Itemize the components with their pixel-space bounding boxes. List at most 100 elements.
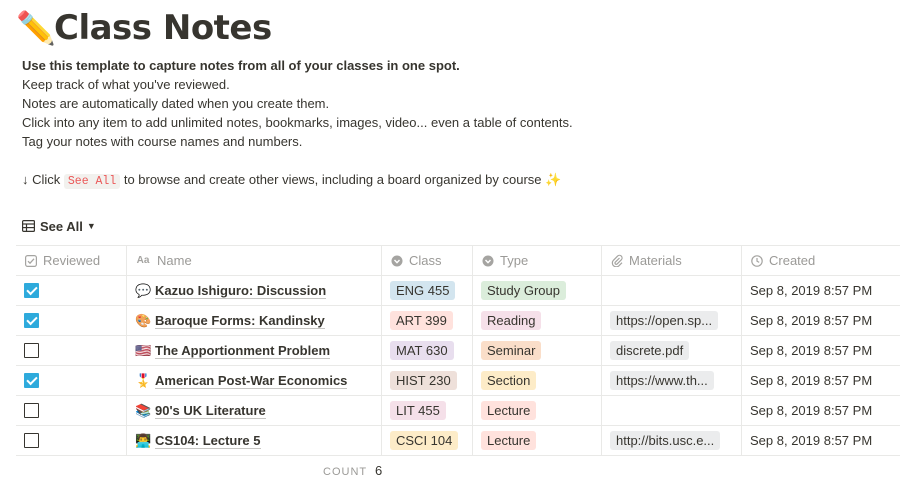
type-cell[interactable]: Seminar: [473, 336, 602, 365]
type-cell[interactable]: Reading: [473, 306, 602, 335]
table-icon: [22, 220, 35, 232]
page-emoji-icon: 🎨: [135, 312, 152, 328]
created-date: Sep 8, 2019 8:57 PM: [750, 433, 873, 448]
page-emoji-icon: 👨‍💻: [135, 432, 152, 448]
material-link[interactable]: discrete.pdf: [610, 341, 690, 360]
class-cell[interactable]: HIST 230: [382, 366, 473, 395]
column-header-materials[interactable]: Materials: [602, 246, 742, 275]
column-label: Type: [500, 253, 529, 268]
note-title[interactable]: 90's UK Literature: [155, 403, 266, 419]
materials-cell[interactable]: [602, 276, 742, 305]
table-row[interactable]: 🇺🇸 The Apportionment Problem MAT 630 Sem…: [16, 336, 900, 366]
created-cell: Sep 8, 2019 8:57 PM: [742, 426, 900, 455]
class-tag: HIST 230: [390, 371, 457, 390]
class-cell[interactable]: MAT 630: [382, 336, 473, 365]
material-link[interactable]: http://bits.usc.e...: [610, 431, 720, 450]
hint-suffix: to browse and create other views, includ…: [123, 172, 542, 187]
table-row[interactable]: 💬 Kazuo Ishiguro: Discussion ENG 455 Stu…: [16, 276, 900, 306]
pencil-icon[interactable]: ✏️: [16, 12, 56, 44]
materials-cell[interactable]: https://www.th...: [602, 366, 742, 395]
page-emoji-icon: 📚: [135, 402, 152, 418]
type-cell[interactable]: Section: [473, 366, 602, 395]
type-tag: Study Group: [481, 281, 566, 300]
class-cell[interactable]: ART 399: [382, 306, 473, 335]
note-title[interactable]: CS104: Lecture 5: [155, 433, 261, 449]
materials-cell[interactable]: discrete.pdf: [602, 336, 742, 365]
table-row[interactable]: 🎨 Baroque Forms: Kandinsky ART 399 Readi…: [16, 306, 900, 336]
type-cell[interactable]: Lecture: [473, 396, 602, 425]
column-header-name[interactable]: Aa Name: [127, 246, 382, 275]
created-cell: Sep 8, 2019 8:57 PM: [742, 306, 900, 335]
page-emoji-icon: 🇺🇸: [135, 342, 152, 358]
created-date: Sep 8, 2019 8:57 PM: [750, 343, 873, 358]
column-label: Class: [409, 253, 442, 268]
clock-icon: [750, 254, 763, 267]
note-title[interactable]: The Apportionment Problem: [155, 343, 331, 359]
description-line: Use this template to capture notes from …: [22, 58, 460, 73]
column-header-reviewed[interactable]: Reviewed: [16, 246, 127, 275]
page-emoji-icon: 🎖️: [135, 372, 152, 388]
name-cell[interactable]: 🎖️ American Post-War Economics: [127, 366, 382, 395]
reviewed-checkbox[interactable]: [24, 373, 39, 388]
name-cell[interactable]: 📚 90's UK Literature: [127, 396, 382, 425]
column-label: Materials: [629, 253, 682, 268]
type-cell[interactable]: Lecture: [473, 426, 602, 455]
class-tag: ENG 455: [390, 281, 456, 300]
name-cell[interactable]: 🎨 Baroque Forms: Kandinsky: [127, 306, 382, 335]
table-row[interactable]: 📚 90's UK Literature LIT 455 Lecture Sep…: [16, 396, 900, 426]
class-tag: LIT 455: [390, 401, 446, 420]
type-cell[interactable]: Study Group: [473, 276, 602, 305]
reviewed-checkbox[interactable]: [24, 433, 39, 448]
select-icon: [481, 254, 494, 267]
created-cell: Sep 8, 2019 8:57 PM: [742, 336, 900, 365]
type-tag: Lecture: [481, 431, 537, 450]
count-label: COUNT: [323, 466, 367, 478]
reviewed-cell: [16, 426, 127, 455]
material-link[interactable]: https://open.sp...: [610, 311, 719, 330]
name-cell[interactable]: 🇺🇸 The Apportionment Problem: [127, 336, 382, 365]
description-line: Click into any item to add unlimited not…: [22, 115, 573, 130]
reviewed-checkbox[interactable]: [24, 343, 39, 358]
type-tag: Lecture: [481, 401, 537, 420]
column-header-created[interactable]: Created: [742, 246, 900, 275]
chevron-down-icon: ▼: [86, 221, 96, 231]
table-row[interactable]: 🎖️ American Post-War Economics HIST 230 …: [16, 366, 900, 396]
class-cell[interactable]: CSCI 104: [382, 426, 473, 455]
paperclip-icon: [610, 254, 623, 267]
description-line: Keep track of what you've reviewed.: [22, 77, 230, 92]
page-title[interactable]: Class Notes: [54, 8, 272, 48]
reviewed-cell: [16, 366, 127, 395]
select-icon: [390, 254, 403, 267]
name-cell[interactable]: 👨‍💻 CS104: Lecture 5: [127, 426, 382, 455]
column-header-type[interactable]: Type: [473, 246, 602, 275]
note-title[interactable]: Kazuo Ishiguro: Discussion: [155, 283, 327, 299]
row-count: COUNT 6: [323, 463, 382, 478]
column-label: Name: [157, 253, 192, 268]
column-label: Reviewed: [43, 253, 101, 268]
class-tag: CSCI 104: [390, 431, 459, 450]
inline-code: See All: [63, 174, 121, 189]
note-title[interactable]: Baroque Forms: Kandinsky: [155, 313, 325, 329]
description-block: Use this template to capture notes from …: [22, 56, 573, 191]
text-aa-icon: Aa: [136, 255, 150, 266]
class-tag: ART 399: [390, 311, 453, 330]
materials-cell[interactable]: [602, 396, 742, 425]
column-header-class[interactable]: Class: [382, 246, 473, 275]
class-cell[interactable]: LIT 455: [382, 396, 473, 425]
sparkles-icon: ✨: [545, 172, 562, 187]
reviewed-cell: [16, 396, 127, 425]
reviewed-checkbox[interactable]: [24, 283, 39, 298]
view-selector[interactable]: See All ▼: [22, 217, 96, 235]
materials-cell[interactable]: https://open.sp...: [602, 306, 742, 335]
view-label: See All: [40, 218, 83, 234]
materials-cell[interactable]: http://bits.usc.e...: [602, 426, 742, 455]
name-cell[interactable]: 💬 Kazuo Ishiguro: Discussion: [127, 276, 382, 305]
note-title[interactable]: American Post-War Economics: [155, 373, 348, 389]
class-cell[interactable]: ENG 455: [382, 276, 473, 305]
table-row[interactable]: 👨‍💻 CS104: Lecture 5 CSCI 104 Lecture ht…: [16, 426, 900, 456]
material-link[interactable]: https://www.th...: [610, 371, 714, 390]
reviewed-checkbox[interactable]: [24, 403, 39, 418]
created-date: Sep 8, 2019 8:57 PM: [750, 283, 873, 298]
reviewed-checkbox[interactable]: [24, 313, 39, 328]
